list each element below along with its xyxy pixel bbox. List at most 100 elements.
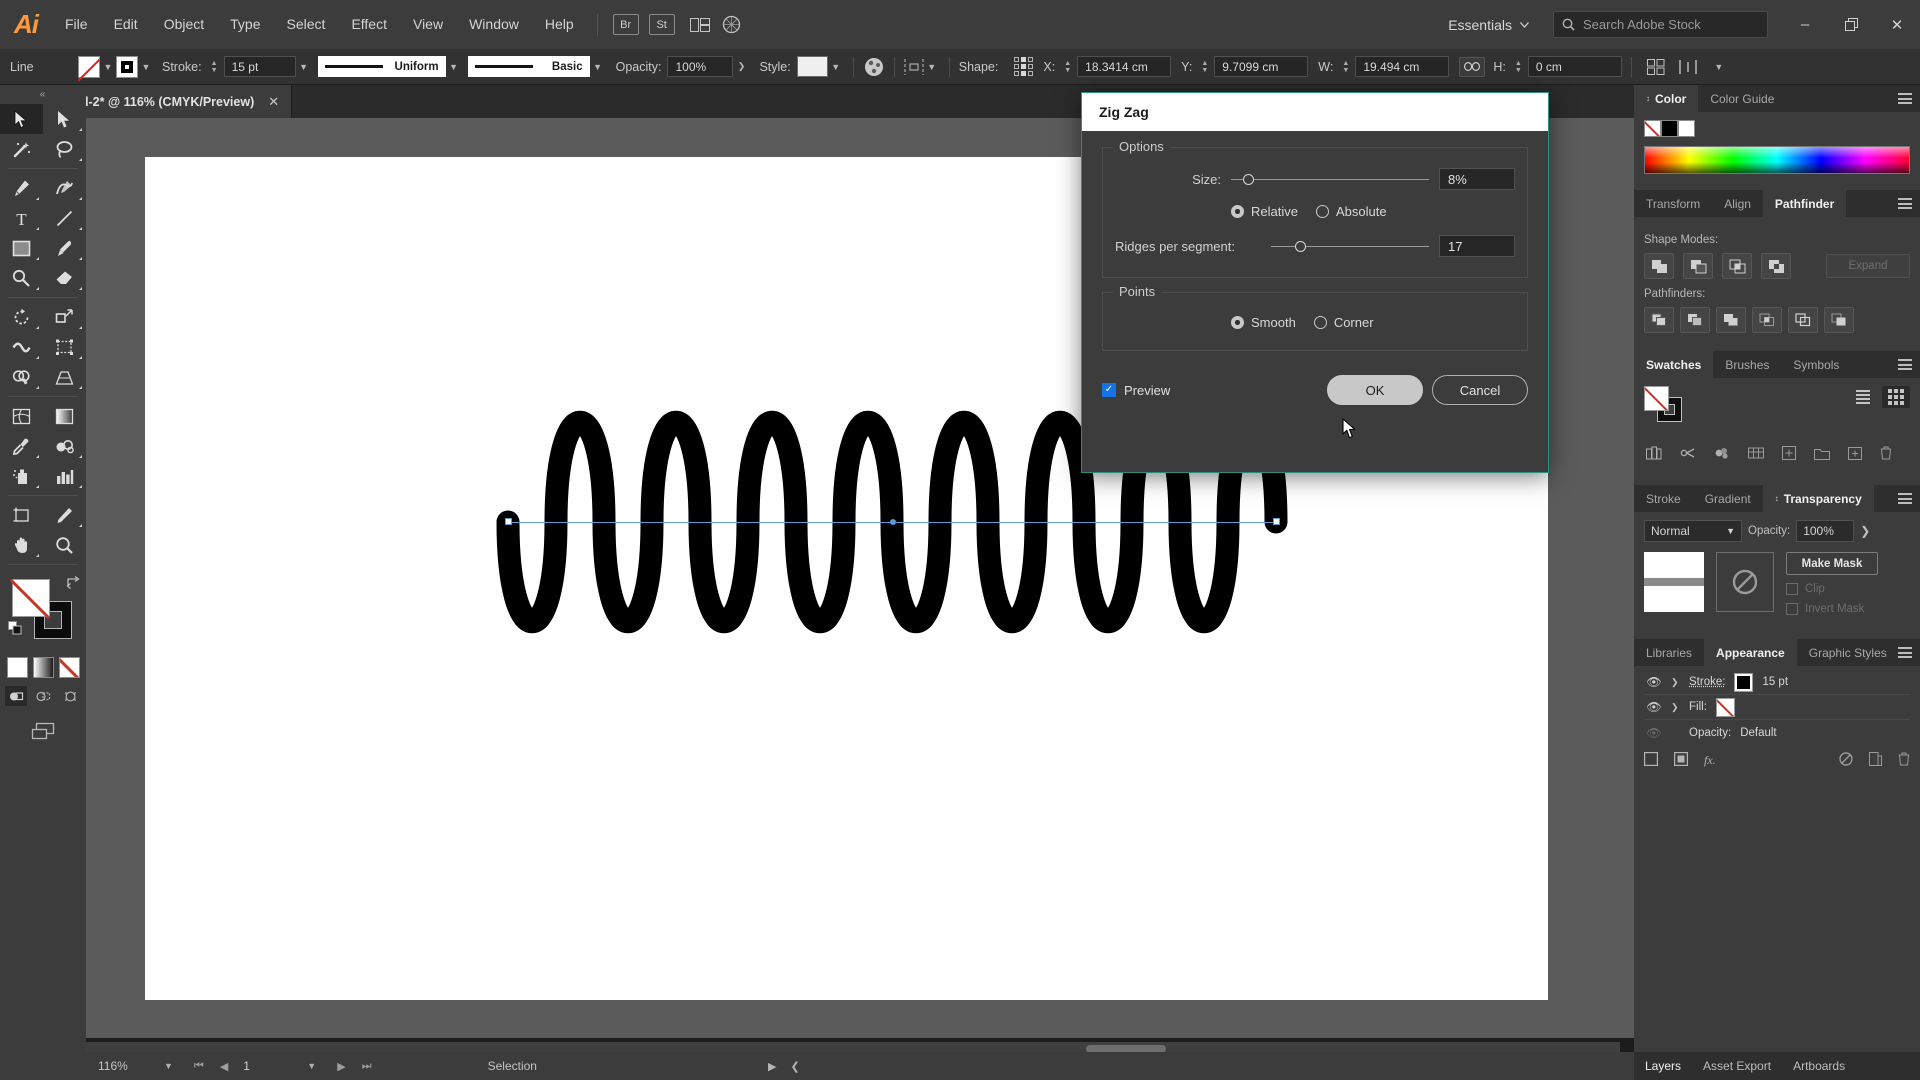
smooth-radio[interactable]: Smooth (1231, 315, 1296, 330)
relative-radio-dot[interactable] (1231, 205, 1244, 218)
hand-tool[interactable] (0, 530, 43, 560)
visibility-eye-icon[interactable]: 👁 (1646, 726, 1662, 740)
brush-definition-dropdown-icon[interactable]: ▼ (590, 56, 606, 78)
stroke-weight-stepper[interactable]: ▲ ▼ (208, 56, 221, 77)
zigzag-dialog[interactable]: Zig Zag Options Size: 8% Relative Absolu… (1081, 92, 1549, 473)
style-dropdown-icon[interactable]: ▼ (828, 56, 844, 78)
delete-item-icon[interactable] (1898, 752, 1910, 769)
align-options[interactable] (904, 58, 924, 76)
brush-definition-select[interactable]: Basic (467, 56, 590, 77)
selection-handle-left[interactable] (505, 518, 512, 525)
swatch-options-icon[interactable] (1782, 446, 1796, 463)
tab-appearance[interactable]: Appearance (1704, 639, 1797, 666)
clip-checkbox[interactable] (1786, 583, 1798, 595)
h-stepper[interactable]: ▲ ▼ (1512, 56, 1525, 77)
color-swatch-black[interactable] (1661, 120, 1678, 137)
color-swatch-white[interactable] (1678, 120, 1695, 137)
screen-mode-button[interactable] (0, 722, 86, 742)
opacity-expand-icon[interactable]: ❯ (733, 56, 749, 78)
stroke-weight-dropdown-icon[interactable]: ▼ (296, 56, 312, 78)
current-fill-swatch[interactable] (1644, 386, 1669, 411)
direct-selection-tool[interactable] (43, 104, 86, 134)
zoom-dropdown-icon[interactable]: ▼ (160, 1061, 183, 1071)
reference-point-selector[interactable] (1014, 57, 1034, 76)
ok-button[interactable]: OK (1327, 375, 1423, 405)
menu-file[interactable]: File (52, 0, 101, 49)
artboard-number-field[interactable]: 1 (239, 1057, 297, 1075)
tab-brushes[interactable]: Brushes (1713, 351, 1781, 378)
swatch-link-icon[interactable] (1680, 446, 1696, 463)
tab-pathfinder[interactable]: Pathfinder (1762, 190, 1847, 217)
status-expand-left-icon[interactable]: ❮ (790, 1060, 799, 1073)
minus-front-button[interactable] (1683, 253, 1713, 279)
tab-color-guide[interactable]: Color Guide (1698, 85, 1786, 112)
distribute-icon[interactable] (1679, 59, 1697, 75)
zoom-level-value[interactable]: 116% (98, 1059, 154, 1073)
swatch-color-group-icon[interactable] (1714, 446, 1730, 463)
clip-checkbox-row[interactable]: Clip (1786, 583, 1910, 595)
h-field[interactable]: 0 cm (1527, 56, 1622, 77)
size-slider[interactable] (1231, 172, 1429, 186)
absolute-radio[interactable]: Absolute (1315, 204, 1387, 219)
stock-button[interactable]: St (648, 14, 675, 35)
swatch-new-icon[interactable] (1848, 446, 1862, 463)
tab-transform[interactable]: Transform (1634, 190, 1712, 217)
tab-graphic-styles[interactable]: Graphic Styles (1797, 639, 1899, 666)
line-segment-tool[interactable] (43, 203, 86, 233)
divide-button[interactable] (1644, 307, 1674, 333)
rotate-tool[interactable] (0, 302, 43, 332)
lasso-tool[interactable] (43, 134, 86, 164)
swatches-panel-menu-icon[interactable] (1898, 359, 1912, 370)
x-stepper[interactable]: ▲ ▼ (1061, 56, 1074, 77)
transparency-mask-thumbnail[interactable] (1716, 552, 1774, 612)
adobe-stock-search[interactable]: Search Adobe Stock (1553, 11, 1768, 38)
relative-radio[interactable]: Relative (1231, 204, 1298, 219)
visibility-eye-icon[interactable]: 👁 (1646, 700, 1662, 714)
color-mode-button[interactable] (6, 657, 28, 678)
expand-button[interactable]: Expand (1826, 254, 1910, 278)
document-tab-close-icon[interactable]: ✕ (268, 94, 279, 110)
color-spectrum-bar[interactable] (1644, 146, 1910, 174)
selection-tool[interactable] (0, 104, 43, 134)
first-artboard-button[interactable]: ⏮ (189, 1060, 209, 1073)
swatch-delete-icon[interactable] (1880, 446, 1892, 463)
blend-tool[interactable] (43, 431, 86, 461)
ridges-value-field[interactable]: 17 (1439, 235, 1515, 257)
stock-search-icon[interactable] (720, 13, 744, 37)
expand-arrow-icon[interactable]: ❯ (1671, 702, 1680, 713)
slice-tool[interactable] (43, 500, 86, 530)
status-expand-controls[interactable]: ▶ ❮ (768, 1060, 800, 1073)
corner-radio[interactable]: Corner (1313, 315, 1374, 330)
swatch-libraries-icon[interactable] (1646, 446, 1662, 463)
transparency-panel-menu-icon[interactable] (1898, 493, 1912, 504)
y-field[interactable]: 9.7099 cm (1214, 56, 1309, 77)
transparency-artwork-thumbnail[interactable] (1644, 552, 1704, 612)
magic-wand-tool[interactable] (0, 134, 43, 164)
width-tool[interactable] (0, 332, 43, 362)
align-dropdown-icon[interactable]: ▼ (924, 56, 940, 78)
toolbar-collapse-handle[interactable]: « (0, 85, 86, 104)
artboard-tool[interactable] (0, 500, 43, 530)
gradient-mode-button[interactable] (32, 657, 54, 678)
merge-button[interactable] (1716, 307, 1746, 333)
previous-artboard-button[interactable]: ◀ (215, 1060, 233, 1073)
expand-arrow-icon[interactable]: ❯ (1671, 677, 1680, 688)
appearance-panel-menu-icon[interactable] (1898, 647, 1912, 658)
eyedropper-tool[interactable] (0, 431, 43, 461)
add-new-stroke-icon[interactable] (1643, 751, 1659, 769)
tab-asset-export[interactable]: Asset Export (1692, 1059, 1782, 1073)
next-artboard-button[interactable]: ▶ (332, 1060, 350, 1073)
intersect-button[interactable] (1722, 253, 1752, 279)
symbol-sprayer-tool[interactable] (0, 461, 43, 491)
window-minimize-button[interactable]: – (1782, 0, 1828, 49)
opacity-field[interactable]: 100% (667, 56, 734, 77)
shape-builder-tool[interactable] (0, 362, 43, 392)
zoom-tool[interactable] (43, 530, 86, 560)
tab-align[interactable]: Align (1712, 190, 1763, 217)
menu-effect[interactable]: Effect (338, 0, 400, 49)
window-restore-button[interactable] (1828, 0, 1874, 49)
mesh-tool[interactable] (0, 401, 43, 431)
transform-icon[interactable] (1646, 58, 1665, 75)
tab-transparency[interactable]: ↕ Transparency (1762, 485, 1874, 512)
scale-tool[interactable] (43, 302, 86, 332)
